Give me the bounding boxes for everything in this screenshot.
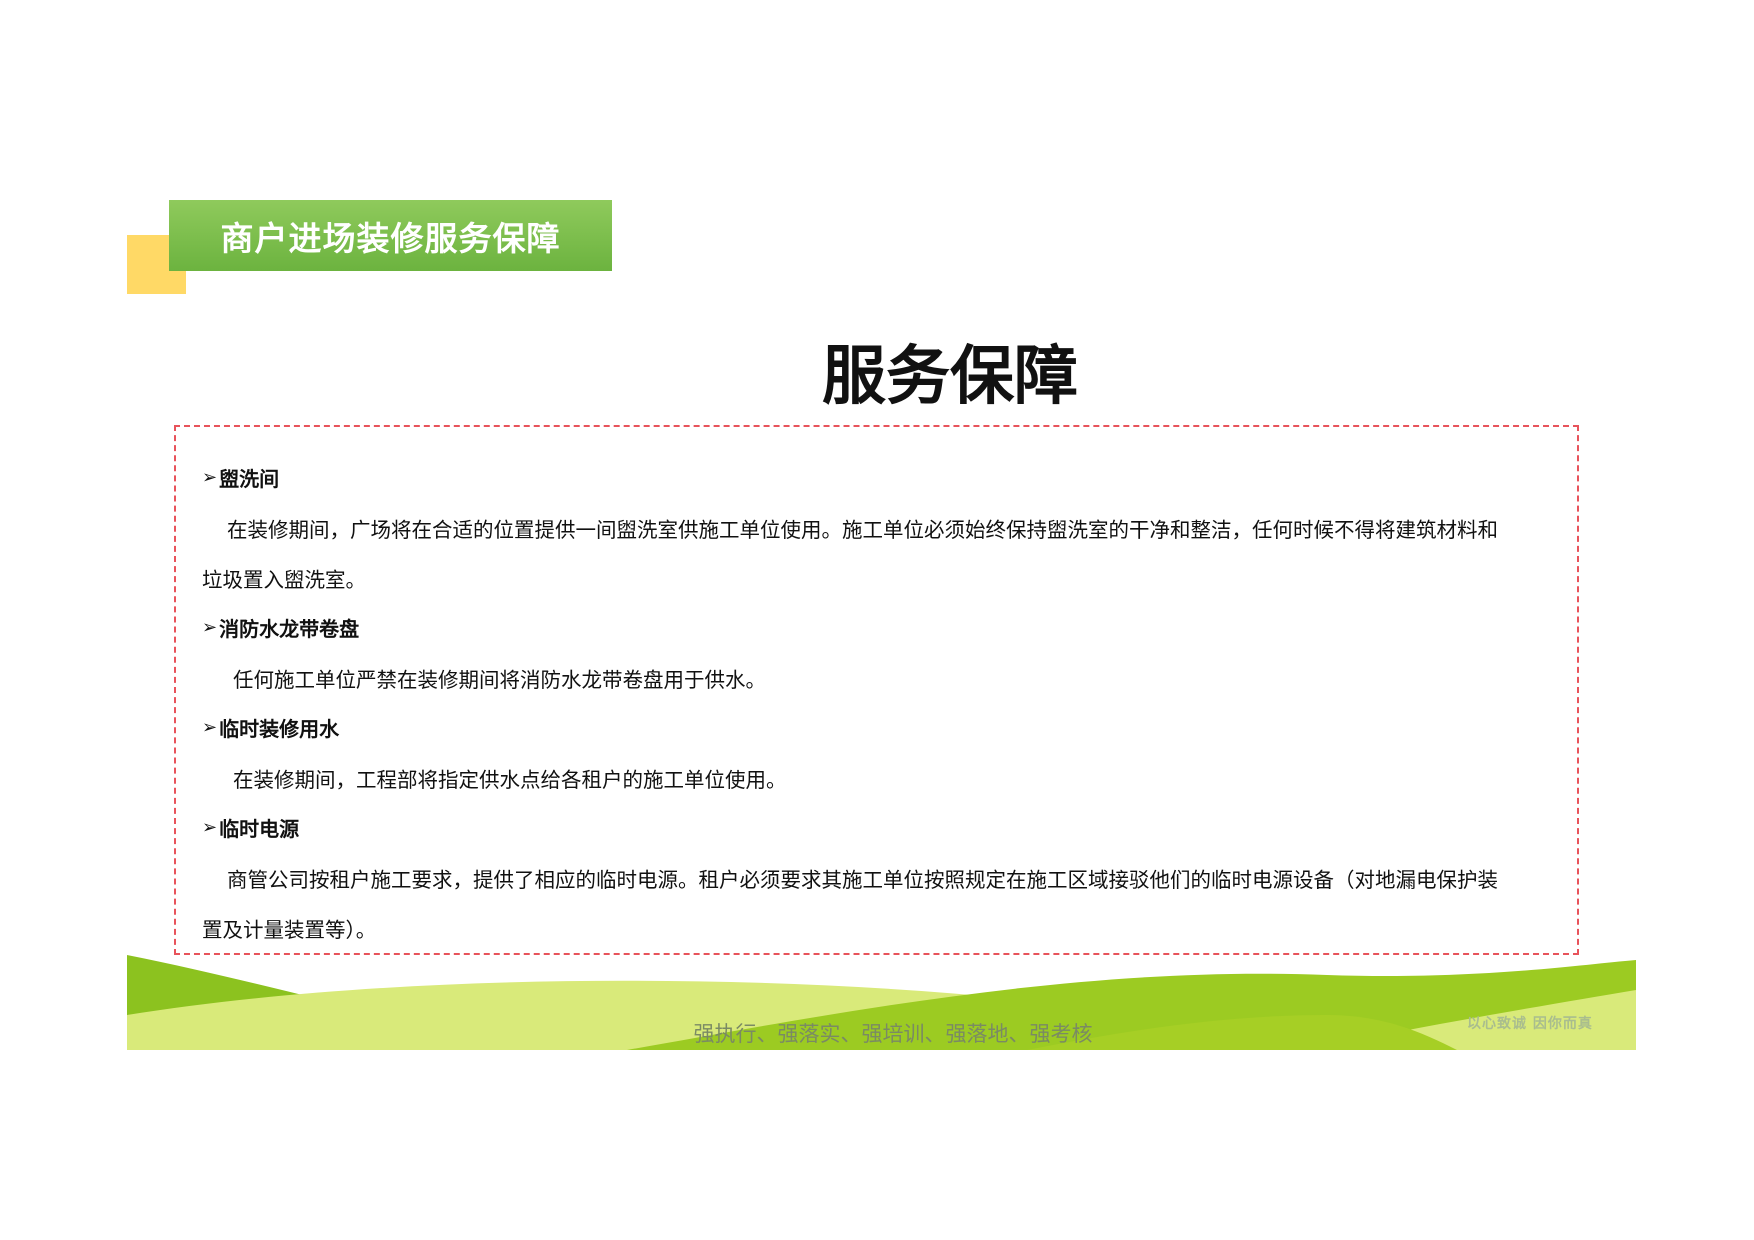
arrow-bullet-icon: ➢ xyxy=(202,467,218,488)
arrow-bullet-icon: ➢ xyxy=(202,617,218,638)
section-heading-temp-power: ➢ 临时电源 xyxy=(202,813,299,842)
paragraph-line: 置及计量装置等）。 xyxy=(202,918,377,942)
arrow-bullet-icon: ➢ xyxy=(202,717,218,738)
section-heading-label: 盥洗间 xyxy=(219,467,280,491)
paragraph-line: 任何施工单位严禁在装修期间将消防水龙带卷盘用于供水。 xyxy=(233,668,766,692)
paragraph-line: 在装修期间，工程部将指定供水点给各租户的施工单位使用。 xyxy=(233,768,787,792)
content-box: ➢ 盥洗间 在装修期间，广场将在合适的位置提供一间盥洗室供施工单位使用。施工单位… xyxy=(174,425,1579,955)
page-title: 服务保障 xyxy=(822,340,1078,414)
paragraph-line: 垃圾置入盥洗室。 xyxy=(202,568,366,592)
header-banner: 商户进场装修服务保障 xyxy=(169,200,612,271)
section-heading-fire-hose: ➢ 消防水龙带卷盘 xyxy=(202,613,359,642)
section-heading-label: 临时装修用水 xyxy=(219,717,340,741)
header-title: 商户进场装修服务保障 xyxy=(220,218,561,258)
footer-slogan-text: 强执行、强落实、强培训、强落地、强考核 xyxy=(693,1022,1093,1046)
paragraph-line: 在装修期间，广场将在合适的位置提供一间盥洗室供施工单位使用。施工单位必须始终保持… xyxy=(227,518,1498,542)
footer-brand-mark: 以心致诚 因你而真 xyxy=(1467,1016,1593,1032)
section-heading-temp-water: ➢ 临时装修用水 xyxy=(202,713,339,742)
section-heading-label: 消防水龙带卷盘 xyxy=(219,617,360,641)
arrow-bullet-icon: ➢ xyxy=(202,817,218,838)
section-heading-washroom: ➢ 盥洗间 xyxy=(202,463,279,492)
section-heading-label: 临时电源 xyxy=(219,817,300,841)
paragraph-line: 商管公司按租户施工要求，提供了相应的临时电源。租户必须要求其施工单位按照规定在施… xyxy=(227,868,1498,892)
